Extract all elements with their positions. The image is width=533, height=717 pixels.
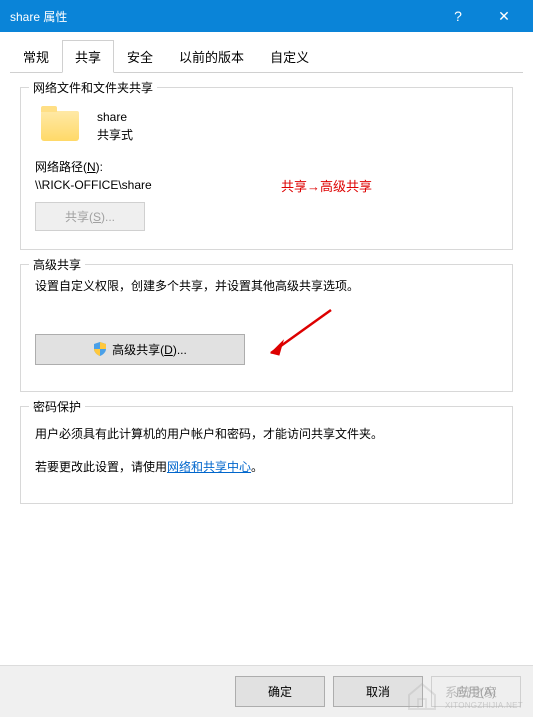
titlebar: share 属性 ? ✕ [0, 0, 533, 32]
share-button[interactable]: 共享(S)... [35, 202, 145, 231]
advanced-sharing-desc: 设置自定义权限，创建多个共享，并设置其他高级共享选项。 [35, 277, 498, 296]
password-desc2: 若要更改此设置，请使用网络和共享中心。 [35, 458, 498, 475]
folder-icon [41, 111, 79, 141]
window-title: share 属性 [10, 8, 67, 25]
group2-title: 高级共享 [29, 256, 85, 273]
network-file-sharing-group: 网络文件和文件夹共享 share 共享式 网络路径(N): \\RICK-OFF… [20, 87, 513, 250]
tab-customize[interactable]: 自定义 [257, 40, 322, 72]
help-button[interactable]: ? [435, 0, 481, 32]
tab-previous-versions[interactable]: 以前的版本 [166, 40, 257, 72]
network-path-label: 网络路径(N): [35, 158, 498, 175]
close-button[interactable]: ✕ [481, 0, 527, 32]
tab-security[interactable]: 安全 [114, 40, 166, 72]
tab-sharing[interactable]: 共享 [62, 40, 114, 73]
watermark-logo-icon [405, 681, 439, 711]
advanced-sharing-group: 高级共享 设置自定义权限，创建多个共享，并设置其他高级共享选项。 高级共享(D)… [20, 264, 513, 392]
sharing-panel: 网络文件和文件夹共享 share 共享式 网络路径(N): \\RICK-OFF… [10, 73, 523, 528]
shield-icon [93, 342, 107, 356]
password-desc1: 用户必须具有此计算机的用户帐户和密码，才能访问共享文件夹。 [35, 425, 498, 444]
folder-name: share [97, 108, 133, 126]
password-protection-group: 密码保护 用户必须具有此计算机的用户帐户和密码，才能访问共享文件夹。 若要更改此… [20, 406, 513, 504]
tabs: 常规 共享 安全 以前的版本 自定义 [10, 40, 523, 73]
content-area: 常规 共享 安全 以前的版本 自定义 网络文件和文件夹共享 share 共享式 … [0, 32, 533, 528]
folder-text: share 共享式 [97, 108, 133, 144]
arrow-icon [261, 305, 341, 365]
titlebar-buttons: ? ✕ [435, 0, 527, 32]
ok-button[interactable]: 确定 [235, 676, 325, 707]
tab-general[interactable]: 常规 [10, 40, 62, 72]
group3-title: 密码保护 [29, 398, 85, 415]
network-path-value: \\RICK-OFFICE\share [35, 178, 498, 192]
watermark-line1: 系统之家 [445, 682, 523, 701]
share-status: 共享式 [97, 126, 133, 144]
watermark-line2: XITONGZHIJIA.NET [445, 701, 523, 710]
folder-info-row: share 共享式 [35, 108, 498, 144]
advanced-sharing-button[interactable]: 高级共享(D)... [35, 334, 245, 365]
annotation-text: 共享→高级共享 [281, 176, 372, 195]
group1-title: 网络文件和文件夹共享 [29, 79, 157, 96]
network-sharing-center-link[interactable]: 网络和共享中心 [167, 460, 251, 474]
watermark: 系统之家 XITONGZHIJIA.NET [405, 681, 523, 711]
